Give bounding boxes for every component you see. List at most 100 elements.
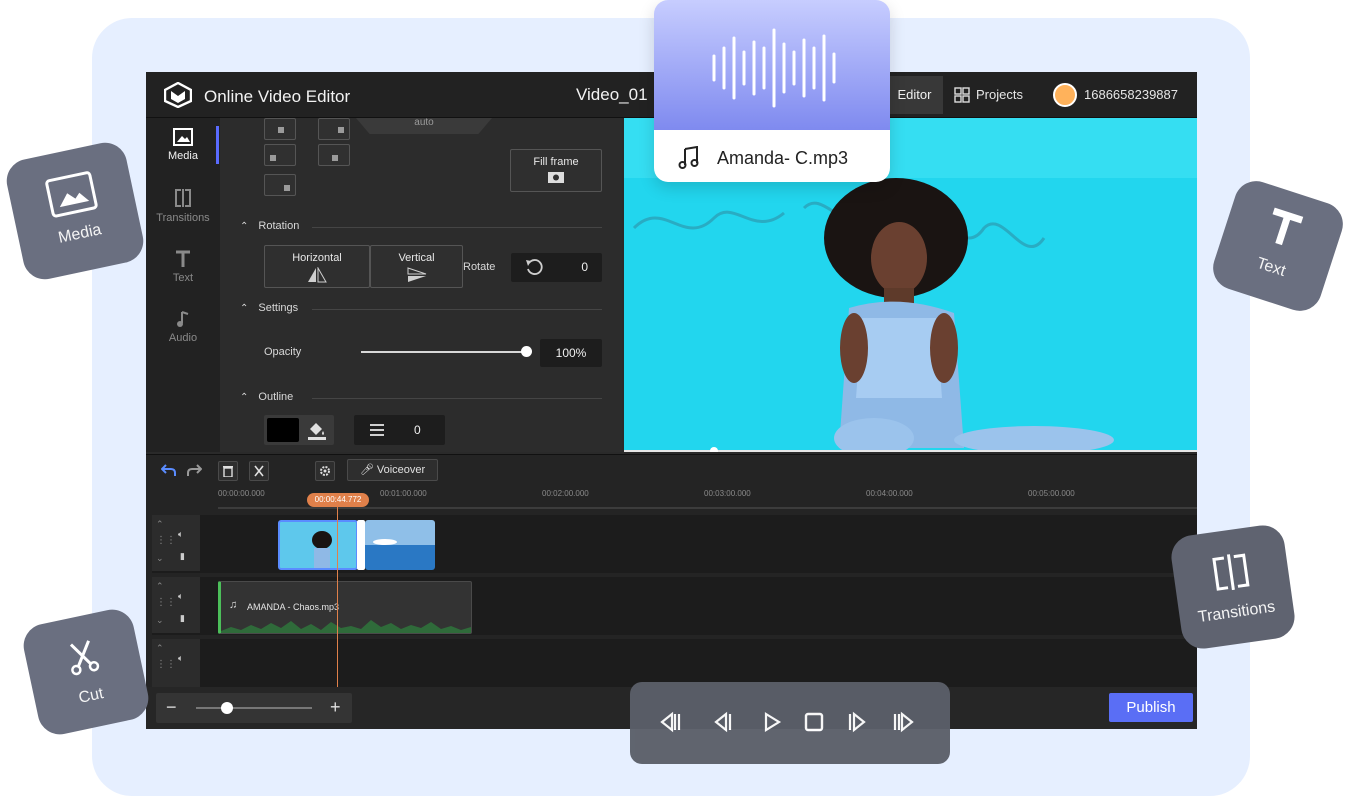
volume-icon[interactable]: 🔈︎ xyxy=(178,591,183,602)
sidebar-item-text[interactable]: Text xyxy=(146,250,220,284)
playhead-time[interactable]: 00:00:44.772 xyxy=(307,493,369,507)
chevron-down-icon[interactable]: ⌄ xyxy=(156,553,164,564)
volume-icon[interactable]: 🔈︎ xyxy=(178,529,183,540)
audio-clip[interactable]: ♫ AMANDA - Chaos.mp3 xyxy=(218,581,472,634)
delete-button[interactable] xyxy=(218,461,238,481)
image-icon xyxy=(173,128,193,146)
avatar[interactable] xyxy=(1053,83,1077,107)
music-note-icon xyxy=(678,146,699,169)
trash-icon[interactable]: ▮ xyxy=(180,613,185,624)
chevron-up-icon[interactable]: ⌃ xyxy=(156,643,164,654)
auto-tab[interactable]: auto xyxy=(356,118,492,134)
transitions-tile: Transitions xyxy=(1168,522,1298,652)
ruler-label: 00:05:00.000 xyxy=(1028,489,1075,498)
user-id[interactable]: 1686658239887 xyxy=(1084,87,1178,102)
stop-icon[interactable] xyxy=(802,710,826,734)
app-logo-icon xyxy=(164,82,192,108)
settings-section-header[interactable]: ⌃ Settings xyxy=(240,302,298,314)
zoom-slider-track[interactable] xyxy=(196,707,312,709)
fill-frame-button[interactable]: Fill frame xyxy=(510,149,602,192)
audio-clip-name: AMANDA - Chaos.mp3 xyxy=(247,602,340,612)
settings-section-title: Settings xyxy=(258,302,299,314)
track-controls: ⌃ ⋮⋮ ⌄ 🔈︎ ▮ xyxy=(152,515,200,571)
chevron-up-icon[interactable]: ⌃ xyxy=(156,519,164,530)
ruler-label: 00:00:00.000 xyxy=(218,489,265,498)
voiceover-button[interactable]: 🎤︎ Voiceover xyxy=(347,459,438,481)
publish-button[interactable]: Publish xyxy=(1109,693,1193,722)
sidebar-item-audio[interactable]: Audio xyxy=(146,310,220,344)
opacity-slider-thumb[interactable] xyxy=(521,346,532,357)
drag-handle-icon[interactable]: ⋮⋮ xyxy=(156,659,176,670)
sidebar-item-label: Media xyxy=(168,150,198,162)
drag-handle-icon[interactable]: ⋮⋮ xyxy=(156,597,176,608)
undo-icon[interactable] xyxy=(161,463,177,477)
media-tile: Media xyxy=(2,138,148,284)
position-right-button[interactable] xyxy=(264,174,296,196)
rotation-section-header[interactable]: ⌃ Rotation xyxy=(240,220,299,232)
position-bottom-center-button[interactable] xyxy=(318,118,350,140)
drag-handle-icon[interactable]: ⋮⋮ xyxy=(156,535,176,546)
opacity-slider-track[interactable] xyxy=(361,351,527,353)
chevron-up-icon: ⌃ xyxy=(240,220,249,232)
waveform-banner xyxy=(654,0,890,130)
cut-tile: Cut xyxy=(19,605,153,739)
next-frame-icon[interactable] xyxy=(846,710,870,734)
scissors-icon xyxy=(254,465,264,477)
rotate-input[interactable]: 0 xyxy=(511,253,602,282)
chevron-up-icon[interactable]: ⌃ xyxy=(156,581,164,592)
skip-to-end-icon[interactable] xyxy=(892,710,916,734)
chevron-up-icon: ⌃ xyxy=(240,391,249,403)
sidebar-item-transitions[interactable]: Transitions xyxy=(146,188,220,224)
flip-horizontal-label: Horizontal xyxy=(292,252,342,264)
text-tile-label: Text xyxy=(1254,254,1288,281)
clip-split-handle[interactable] xyxy=(357,520,365,570)
position-bottom-left-button[interactable] xyxy=(264,118,296,140)
opacity-value-field[interactable]: 100% xyxy=(540,339,602,367)
music-note-icon: ♫ xyxy=(229,599,238,611)
previous-frame-icon[interactable] xyxy=(710,710,734,734)
text-icon xyxy=(1272,207,1304,246)
redo-icon[interactable] xyxy=(186,463,202,477)
play-icon[interactable] xyxy=(760,710,784,734)
settings-button[interactable] xyxy=(315,461,335,481)
tab-projects-label: Projects xyxy=(976,87,1023,102)
tab-projects[interactable]: Projects xyxy=(954,76,1023,114)
volume-icon[interactable]: 🔈︎ xyxy=(178,653,183,664)
chevron-down-icon[interactable]: ⌄ xyxy=(156,615,164,626)
video-clip[interactable] xyxy=(278,520,358,570)
flip-horizontal-button[interactable]: Horizontal xyxy=(264,245,370,288)
zoom-out-button[interactable]: − xyxy=(166,697,177,718)
position-left-button[interactable] xyxy=(264,144,296,166)
flip-horizontal-icon xyxy=(308,266,327,283)
flip-vertical-button[interactable]: Vertical xyxy=(370,245,463,288)
microphone-icon: 🎤︎ xyxy=(359,464,374,476)
skip-to-start-icon[interactable] xyxy=(658,710,682,734)
ruler-label: 00:03:00.000 xyxy=(704,489,751,498)
split-button[interactable] xyxy=(249,461,269,481)
rotate-label: Rotate xyxy=(463,261,496,273)
ruler-label: 00:02:00.000 xyxy=(542,489,589,498)
tab-editor[interactable]: Editor xyxy=(886,76,943,114)
audio-waveform xyxy=(221,620,471,633)
outline-section-header[interactable]: ⌃ Outline xyxy=(240,391,293,403)
image-icon xyxy=(45,171,98,218)
zoom-in-button[interactable]: + xyxy=(330,697,341,718)
zoom-slider-thumb[interactable] xyxy=(221,702,233,714)
video-clip[interactable] xyxy=(365,520,435,570)
outline-color-picker[interactable] xyxy=(264,415,334,445)
divider xyxy=(312,227,602,228)
sidebar-item-media[interactable]: Media xyxy=(146,128,220,162)
outline-width-field[interactable]: 0 xyxy=(354,415,445,445)
track-controls: ⌃ ⋮⋮ ⌄ 🔈︎ ▮ xyxy=(152,577,200,633)
position-center-button[interactable] xyxy=(318,144,350,166)
transitions-icon xyxy=(175,189,191,207)
audio-track: ⌃ ⋮⋮ ⌄ 🔈︎ ▮ ♫ AMANDA - Chaos.mp3 xyxy=(152,577,1197,635)
trash-icon[interactable]: ▮ xyxy=(180,551,185,562)
transitions-icon xyxy=(1212,553,1250,591)
video-name[interactable]: Video_01 xyxy=(576,85,648,105)
sidebar: Media Transitions Text Audio xyxy=(146,118,220,452)
paint-bucket-icon xyxy=(308,423,326,440)
audio-file-name: Amanda- C.mp3 xyxy=(717,148,849,168)
ruler-label: 00:04:00.000 xyxy=(866,489,913,498)
scissors-icon xyxy=(69,640,100,676)
